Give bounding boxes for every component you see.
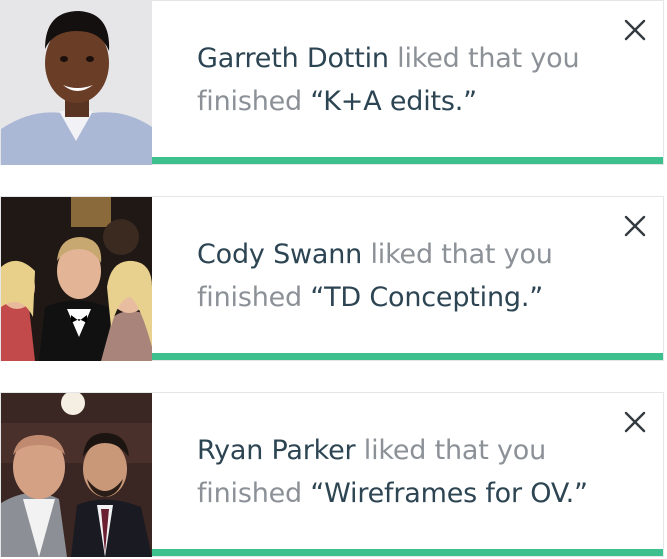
task-name[interactable]: “TD Concepting.” <box>310 282 543 313</box>
progress-bar <box>152 549 663 556</box>
line2-prefix: finished <box>197 478 311 509</box>
notification-message: Garreth Dottin liked that you finished “K… <box>197 37 617 123</box>
notification-message: Cody Swann liked that you finished “TD Co… <box>197 233 617 319</box>
close-icon[interactable] <box>621 16 649 44</box>
close-icon[interactable] <box>621 408 649 436</box>
close-icon[interactable] <box>621 212 649 240</box>
line2-prefix: finished <box>197 282 311 313</box>
progress-bar <box>152 353 663 360</box>
verb-text: liked that you <box>388 43 580 74</box>
verb-text: liked that you <box>362 239 553 270</box>
task-name[interactable]: “Wireframes for OV.” <box>310 478 588 509</box>
notification-card-3: Ryan Parker liked that you finished “Wire… <box>0 392 664 557</box>
avatar <box>1 197 152 361</box>
user-name[interactable]: Cody Swann <box>197 239 362 270</box>
user-name[interactable]: Garreth Dottin <box>197 43 389 74</box>
line2-prefix: finished <box>197 86 311 117</box>
progress-bar <box>152 157 663 164</box>
avatar <box>1 1 152 165</box>
task-name[interactable]: “K+A edits.” <box>310 86 477 117</box>
notification-card-1: Garreth Dottin liked that you finished “K… <box>0 0 664 165</box>
avatar <box>1 393 152 557</box>
user-name[interactable]: Ryan Parker <box>197 435 356 466</box>
verb-text: liked that you <box>355 435 547 466</box>
notification-message: Ryan Parker liked that you finished “Wire… <box>197 429 617 515</box>
notification-card-2: Cody Swann liked that you finished “TD Co… <box>0 196 664 361</box>
